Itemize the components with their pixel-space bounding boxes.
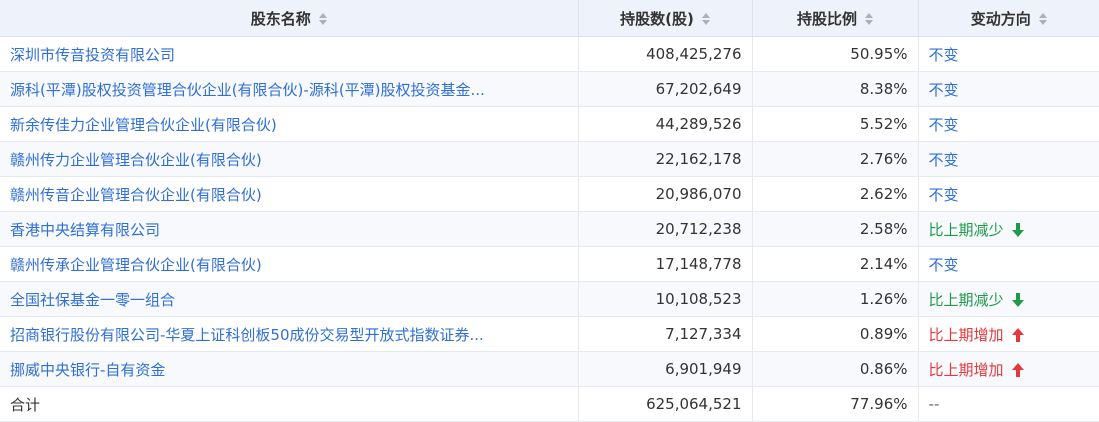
- ratio-cell: 2.58%: [752, 211, 919, 247]
- change-cell: 不变: [918, 36, 1099, 72]
- table-row: 香港中央结算有限公司 20,712,238 2.58% 比上期减少: [0, 211, 1099, 247]
- shares-cell: 20,986,070: [578, 176, 753, 212]
- change-cell: 不变: [918, 246, 1099, 282]
- table-row: 招商银行股份有限公司-华夏上证科创板50成份交易型开放式指数证券... 7,127…: [0, 316, 1099, 352]
- shareholders-table: 股东名称 持股数(股) 持股比例 变动方向 深圳市传音投资有限公司 408,425…: [0, 0, 1099, 422]
- change-label: 不变: [928, 115, 959, 134]
- sort-icon[interactable]: [865, 12, 873, 26]
- change-label: 不变: [928, 80, 959, 99]
- change-cell: 比上期减少: [918, 281, 1099, 317]
- shareholder-name-link[interactable]: 新余传佳力企业管理合伙企业(有限合伙): [0, 106, 579, 142]
- change-cell: 不变: [918, 71, 1099, 107]
- shares-cell: 7,127,334: [578, 316, 753, 352]
- arrow-up-icon: [1011, 362, 1024, 377]
- arrow-up-icon: [1011, 327, 1024, 342]
- total-change: --: [918, 386, 1099, 422]
- ratio-cell: 2.76%: [752, 141, 919, 177]
- shareholder-name-link[interactable]: 赣州传音企业管理合伙企业(有限合伙): [0, 176, 579, 212]
- column-header-name-label: 股东名称: [250, 9, 311, 28]
- total-label: 合计: [0, 386, 579, 422]
- change-label: 不变: [928, 45, 959, 64]
- change-label: 不变: [928, 255, 959, 274]
- change-cell: 不变: [918, 176, 1099, 212]
- column-header-shares[interactable]: 持股数(股): [578, 0, 753, 37]
- shareholder-name-link[interactable]: 深圳市传音投资有限公司: [0, 36, 579, 72]
- table-row: 新余传佳力企业管理合伙企业(有限合伙) 44,289,526 5.52% 不变: [0, 106, 1099, 142]
- column-header-change-label: 变动方向: [970, 9, 1031, 28]
- change-cell: 不变: [918, 106, 1099, 142]
- column-header-ratio[interactable]: 持股比例: [752, 0, 919, 37]
- column-header-name[interactable]: 股东名称: [0, 0, 579, 37]
- table-row: 赣州传承企业管理合伙企业(有限合伙) 17,148,778 2.14% 不变: [0, 246, 1099, 282]
- shares-cell: 408,425,276: [578, 36, 753, 72]
- shares-cell: 20,712,238: [578, 211, 753, 247]
- shareholder-name-link[interactable]: 香港中央结算有限公司: [0, 211, 579, 247]
- change-label: 比上期增加: [928, 325, 1004, 344]
- ratio-cell: 8.38%: [752, 71, 919, 107]
- column-header-ratio-label: 持股比例: [796, 9, 857, 28]
- change-cell: 比上期增加: [918, 316, 1099, 352]
- total-shares: 625,064,521: [578, 386, 753, 422]
- arrow-down-icon: [1011, 292, 1024, 307]
- table-row: 赣州传力企业管理合伙企业(有限合伙) 22,162,178 2.76% 不变: [0, 141, 1099, 177]
- shareholder-name-link[interactable]: 全国社保基金一零一组合: [0, 281, 579, 317]
- ratio-cell: 0.86%: [752, 351, 919, 387]
- change-label: 比上期减少: [928, 290, 1004, 309]
- shareholder-name-link[interactable]: 赣州传承企业管理合伙企业(有限合伙): [0, 246, 579, 282]
- table-body: 深圳市传音投资有限公司 408,425,276 50.95% 不变 源科(平潭)股权投…: [0, 36, 1099, 422]
- shares-cell: 6,901,949: [578, 351, 753, 387]
- change-label: 比上期减少: [928, 220, 1004, 239]
- sort-icon[interactable]: [318, 12, 327, 26]
- shares-cell: 17,148,778: [578, 246, 753, 282]
- change-label: 不变: [928, 150, 959, 169]
- total-ratio: 77.96%: [752, 386, 919, 422]
- arrow-down-icon: [1011, 222, 1024, 237]
- change-cell: 不变: [918, 141, 1099, 177]
- ratio-cell: 2.62%: [752, 176, 919, 212]
- table-row: 赣州传音企业管理合伙企业(有限合伙) 20,986,070 2.62% 不变: [0, 176, 1099, 212]
- column-header-change[interactable]: 变动方向: [918, 0, 1099, 37]
- sort-icon[interactable]: [701, 12, 710, 26]
- total-row: 合计 625,064,521 77.96% --: [0, 386, 1099, 422]
- column-header-shares-label: 持股数(股): [620, 9, 694, 28]
- table-row: 深圳市传音投资有限公司 408,425,276 50.95% 不变: [0, 36, 1099, 72]
- ratio-cell: 1.26%: [752, 281, 919, 317]
- shareholder-name-link[interactable]: 招商银行股份有限公司-华夏上证科创板50成份交易型开放式指数证券...: [0, 316, 579, 352]
- ratio-cell: 5.52%: [752, 106, 919, 142]
- ratio-cell: 0.89%: [752, 316, 919, 352]
- shares-cell: 44,289,526: [578, 106, 753, 142]
- change-cell: 比上期增加: [918, 351, 1099, 387]
- shares-cell: 10,108,523: [578, 281, 753, 317]
- sort-icon[interactable]: [1038, 12, 1047, 26]
- shareholder-name-link[interactable]: 挪威中央银行-自有资金: [0, 351, 579, 387]
- table-header-row: 股东名称 持股数(股) 持股比例 变动方向: [0, 0, 1099, 37]
- shares-cell: 67,202,649: [578, 71, 753, 107]
- table-row: 挪威中央银行-自有资金 6,901,949 0.86% 比上期增加: [0, 351, 1099, 387]
- change-cell: 比上期减少: [918, 211, 1099, 247]
- shares-cell: 22,162,178: [578, 141, 753, 177]
- change-label: 比上期增加: [928, 360, 1004, 379]
- ratio-cell: 2.14%: [752, 246, 919, 282]
- shareholder-name-link[interactable]: 赣州传力企业管理合伙企业(有限合伙): [0, 141, 579, 177]
- ratio-cell: 50.95%: [752, 36, 919, 72]
- table-row: 全国社保基金一零一组合 10,108,523 1.26% 比上期减少: [0, 281, 1099, 317]
- change-label: 不变: [928, 185, 959, 204]
- table-row: 源科(平潭)股权投资管理合伙企业(有限合伙)-源科(平潭)股权投资基金... 67…: [0, 71, 1099, 107]
- shareholder-name-link[interactable]: 源科(平潭)股权投资管理合伙企业(有限合伙)-源科(平潭)股权投资基金...: [0, 71, 579, 107]
